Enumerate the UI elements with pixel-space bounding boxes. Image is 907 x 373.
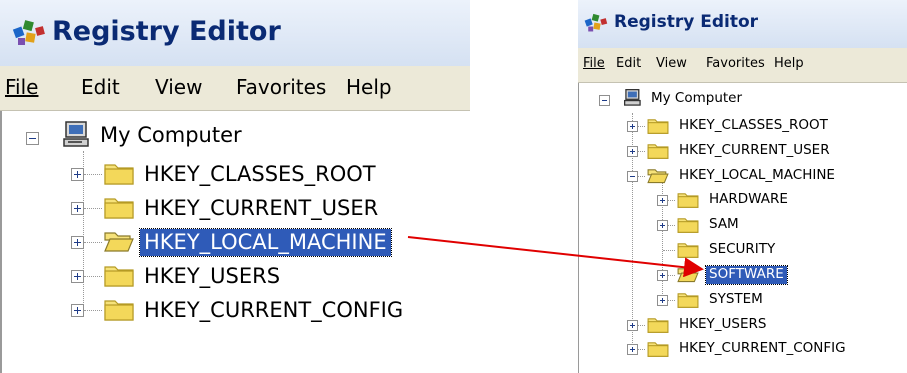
minus-box-icon[interactable] xyxy=(627,171,638,182)
title-bar[interactable]: Registry Editor xyxy=(578,0,907,48)
folder-icon xyxy=(104,198,134,219)
registry-tree: My Computer HKEY_CLASSES_ROOT HKEY_CURRE… xyxy=(0,111,470,373)
plus-box-icon[interactable] xyxy=(71,304,84,317)
plus-box-icon[interactable] xyxy=(71,168,84,181)
menu-favorites[interactable]: Favorites xyxy=(236,75,326,99)
plus-box-icon[interactable] xyxy=(657,270,668,281)
plus-box-icon[interactable] xyxy=(657,220,668,231)
tree-label: HKEY_CURRENT_USER xyxy=(679,142,830,158)
folder-icon xyxy=(647,144,669,159)
menu-view-label: View xyxy=(656,56,687,71)
plus-box-icon[interactable] xyxy=(627,146,638,157)
open-folder-icon xyxy=(104,232,134,252)
menu-help-label: Help xyxy=(774,56,804,71)
plus-box-icon[interactable] xyxy=(71,202,84,215)
menu-help[interactable]: Help xyxy=(774,56,804,71)
minus-box-icon[interactable] xyxy=(26,132,39,145)
computer-icon xyxy=(63,121,89,147)
tree-label-my-computer: My Computer xyxy=(651,90,743,106)
menu-favorites-label: Favorites xyxy=(706,56,765,71)
window-title: Registry Editor xyxy=(614,12,759,32)
plus-box-icon[interactable] xyxy=(627,320,638,331)
tree-label: HKEY_CURRENT_USER xyxy=(144,196,379,220)
menu-help[interactable]: Help xyxy=(346,75,392,99)
left-registry-editor-window: Registry Editor File Edit View Favorites… xyxy=(0,0,470,373)
folder-icon xyxy=(647,119,669,134)
menu-edit-label: Edit xyxy=(616,56,642,71)
menu-favorites[interactable]: Favorites xyxy=(706,56,765,71)
tree-label: HKEY_LOCAL_MACHINE xyxy=(679,167,835,183)
folder-icon xyxy=(677,193,699,208)
folder-icon xyxy=(677,293,699,308)
plus-box-icon[interactable] xyxy=(627,121,638,132)
menu-bar: File Edit View Favorites Help xyxy=(0,66,470,111)
folder-icon xyxy=(677,243,699,258)
folder-icon xyxy=(677,218,699,233)
minus-box-icon[interactable] xyxy=(599,95,610,106)
tree-label-selected: HKEY_LOCAL_MACHINE xyxy=(139,228,392,257)
menu-file-label: File xyxy=(5,75,39,99)
tree-connector xyxy=(84,208,102,209)
plus-box-icon[interactable] xyxy=(71,270,84,283)
tree-label-my-computer: My Computer xyxy=(100,123,242,147)
tree-label: SAM xyxy=(709,216,739,232)
tree-label: HKEY_CURRENT_CONFIG xyxy=(679,340,846,356)
menu-favorites-label: Favorites xyxy=(236,75,327,99)
folder-icon xyxy=(104,300,134,321)
folder-icon xyxy=(647,318,669,333)
tree-label: HARDWARE xyxy=(709,191,788,207)
menu-view[interactable]: View xyxy=(155,75,202,99)
menu-edit-label: Edit xyxy=(81,75,120,99)
tree-connector xyxy=(84,276,102,277)
menu-view-label: View xyxy=(155,75,203,99)
registry-editor-icon xyxy=(12,20,45,45)
plus-box-icon[interactable] xyxy=(657,295,668,306)
plus-box-icon[interactable] xyxy=(627,344,638,355)
tree-label: HKEY_USERS xyxy=(679,316,767,332)
tree-label: SYSTEM xyxy=(709,291,763,307)
registry-tree: My Computer HKEY_CLASSES_ROOT HKEY_CURRE… xyxy=(578,83,907,373)
window-title: Registry Editor xyxy=(52,16,281,47)
tree-label: HKEY_USERS xyxy=(144,264,281,288)
open-folder-icon xyxy=(677,268,699,283)
computer-icon xyxy=(624,89,641,106)
menu-bar: File Edit View Favorites Help xyxy=(578,48,907,83)
tree-label: HKEY_CLASSES_ROOT xyxy=(144,162,376,186)
menu-edit[interactable]: Edit xyxy=(616,56,641,71)
tree-label: SECURITY xyxy=(709,241,776,257)
menu-file[interactable]: File xyxy=(583,56,605,71)
open-folder-icon xyxy=(647,169,669,184)
tree-label: HKEY_CURRENT_CONFIG xyxy=(144,298,404,322)
title-bar[interactable]: Registry Editor xyxy=(0,0,470,66)
folder-icon xyxy=(104,164,134,185)
folder-icon xyxy=(647,342,669,357)
menu-edit[interactable]: Edit xyxy=(81,75,120,99)
plus-box-icon[interactable] xyxy=(71,236,84,249)
tree-connector xyxy=(84,242,102,243)
tree-connector xyxy=(663,250,675,251)
registry-editor-icon xyxy=(584,13,608,32)
menu-file-label: File xyxy=(583,56,605,71)
tree-label: HKEY_CLASSES_ROOT xyxy=(679,117,828,133)
menu-help-label: Help xyxy=(346,75,392,99)
plus-box-icon[interactable] xyxy=(657,195,668,206)
menu-view[interactable]: View xyxy=(656,56,687,71)
right-registry-editor-window: Registry Editor File Edit View Favorites… xyxy=(578,0,907,373)
tree-connector xyxy=(84,310,102,311)
folder-icon xyxy=(104,266,134,287)
menu-file[interactable]: File xyxy=(5,75,38,99)
tree-label-selected: SOFTWARE xyxy=(705,265,788,285)
tree-connector xyxy=(84,174,102,175)
